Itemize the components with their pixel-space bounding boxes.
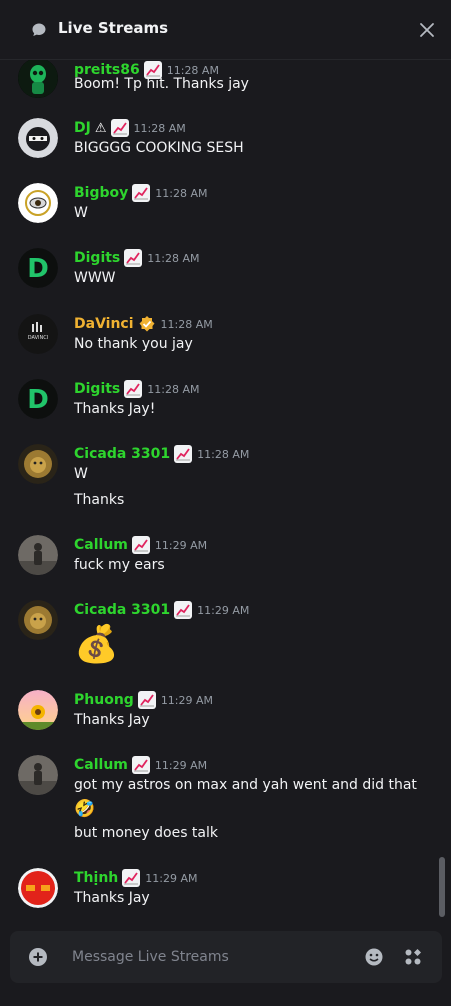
username[interactable]: DJ [74,120,91,136]
person-photo-avatar[interactable] [18,755,58,795]
message-text: got my astros on max and yah went and di… [74,777,417,793]
timestamp: 11:28 AM [160,317,213,331]
message-text: W [74,466,88,482]
scrollbar-thumb[interactable] [439,857,445,917]
chart-increasing-icon [132,184,151,202]
username[interactable]: Thịnh [74,870,118,886]
money-bag-emoji: 💰 [74,624,119,665]
timestamp: 11:29 AM [160,693,214,707]
message-text: Boom! Tp hit. Thanks jay [74,76,249,92]
chart-increasing-icon [122,869,141,887]
message-text: Thanks Jay! [74,401,156,417]
username[interactable]: Cicada 3301 [74,446,170,462]
timestamp: 11:28 AM [166,63,219,77]
thread-icon [32,23,46,36]
chart-increasing-icon [110,119,129,137]
sunflower-avatar[interactable] [18,690,58,730]
green-skull-avatar[interactable] [18,60,58,98]
emoji-icon[interactable] [364,947,384,967]
username[interactable]: Bigboy [74,185,128,201]
chart-increasing-icon [131,536,150,554]
timestamp: 11:29 AM [145,871,198,885]
davinci-avatar[interactable]: DAVINCI [18,314,58,354]
timestamp: 11:28 AM [147,382,200,396]
timestamp: 11:29 AM [154,758,208,772]
message-text: Thanks [74,492,125,508]
username[interactable]: DaVinci [74,316,134,332]
message-input[interactable] [72,945,352,969]
message-composer [10,931,442,983]
verified-icon [139,316,155,332]
message-text: but money does talk [74,825,218,841]
timestamp: 11:28 AM [155,186,208,200]
message-text: Thanks Jay [74,712,150,728]
timestamp: 11:28 AM [147,251,200,265]
rofl-emoji: 🤣 [74,799,96,819]
channel-title: Live Streams [58,19,169,37]
message-text: BIGGGG COOKING SESH [74,140,244,156]
timestamp: 11:28 AM [197,447,250,461]
red-cross-avatar[interactable] [18,868,58,908]
username[interactable]: Cicada 3301 [74,602,170,618]
warning-icon: ⚠ [94,120,107,136]
username[interactable]: Callum [74,757,128,773]
svg-text:D: D [27,254,49,284]
chart-increasing-icon [174,445,193,463]
username[interactable]: Digits [74,381,120,397]
username[interactable]: Callum [74,537,128,553]
message-text: WWW [74,270,116,286]
message-text: W [74,205,88,221]
message-text: fuck my ears [74,557,165,573]
close-icon[interactable] [418,21,436,39]
timestamp: 11:28 AM [133,121,186,135]
message-list: preits86 11:28 AM Boom! Tp hit. Thanks j… [0,60,451,926]
username[interactable]: Phuong [74,692,134,708]
timestamp: 11:29 AM [154,538,208,552]
add-attachment-icon[interactable] [28,947,48,967]
username[interactable]: Digits [74,250,120,266]
ninja-avatar[interactable] [18,118,58,158]
digits-d-avatar[interactable]: D [18,248,58,288]
chart-increasing-icon [137,691,156,709]
chart-increasing-icon [124,380,143,398]
apps-icon[interactable] [403,947,423,967]
digits-d-avatar[interactable]: D [18,379,58,419]
lion-avatar[interactable] [18,444,58,484]
chart-increasing-icon [124,249,143,267]
chart-increasing-icon [131,756,150,774]
timestamp: 11:29 AM [197,603,250,617]
message-text: Thanks Jay [74,890,150,906]
svg-text:D: D [27,385,49,415]
message-text: No thank you jay [74,336,193,352]
chart-increasing-icon [174,601,193,619]
person-photo-avatar[interactable] [18,535,58,575]
channel-header: Live Streams [0,0,451,60]
lion-avatar[interactable] [18,600,58,640]
eye-avatar[interactable] [18,183,58,223]
davinci-avatar-label: DAVINCI [28,335,48,341]
